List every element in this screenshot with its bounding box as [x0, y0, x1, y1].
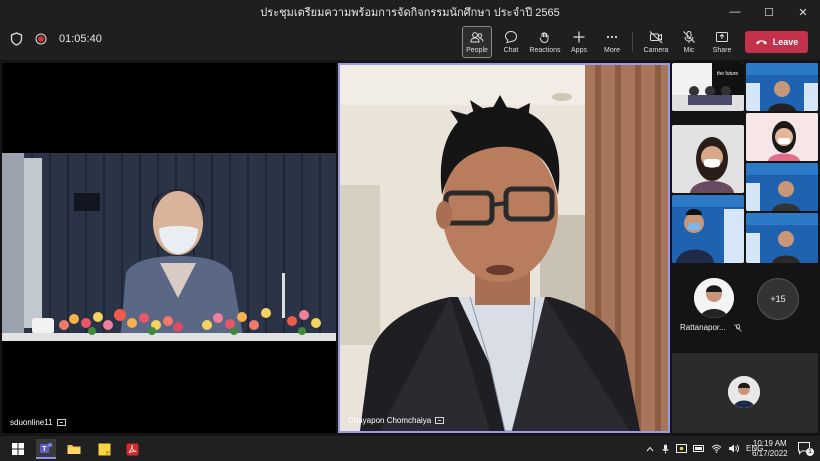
- windows-logo-icon: [12, 443, 24, 455]
- tile-label-chayapon: Chayapon Chomchaiya: [348, 416, 445, 425]
- video-tile-chayapon[interactable]: Chayapon Chomchaiya: [338, 63, 670, 433]
- mic-label: Mic: [683, 47, 695, 54]
- toolbar-left: 01:05:40: [10, 32, 102, 46]
- self-view[interactable]: [672, 353, 818, 433]
- thumbnail-participant-7[interactable]: [746, 213, 818, 263]
- participant-video: [672, 125, 744, 193]
- start-button[interactable]: [8, 439, 28, 459]
- system-tray-icons: ENG: [646, 436, 763, 461]
- clock[interactable]: 10:19 AM 6/17/2022: [752, 436, 788, 461]
- participant-video: [746, 213, 818, 263]
- more-icon: [606, 35, 618, 39]
- share-label: Share: [712, 47, 732, 54]
- hang-up-icon: [755, 40, 767, 45]
- more-label: More: [604, 47, 620, 54]
- clock-date: 6/17/2022: [752, 448, 788, 458]
- microphone-icon[interactable]: [662, 444, 669, 454]
- chat-label: Chat: [503, 47, 519, 54]
- thumbnail-participant-6[interactable]: [672, 195, 744, 263]
- reactions-button[interactable]: Reactions: [528, 26, 562, 58]
- camera-off-icon: [649, 31, 663, 44]
- participant-video: [672, 195, 744, 263]
- toolbar-divider: [632, 32, 633, 52]
- reactions-label: Reactions: [529, 47, 561, 54]
- chevron-up-icon[interactable]: [646, 446, 654, 452]
- thumbnail-participant-5[interactable]: [746, 163, 818, 211]
- acrobat-icon: [126, 443, 138, 455]
- people-button[interactable]: People: [462, 26, 492, 58]
- meeting-tray-icon[interactable]: [676, 443, 687, 454]
- self-avatar: [728, 376, 760, 408]
- more-button[interactable]: More: [596, 26, 628, 58]
- participant-name: Rattanapor...: [680, 323, 726, 332]
- leave-button[interactable]: Leave: [745, 31, 808, 53]
- notification-button[interactable]: 1: [797, 441, 814, 456]
- wifi-icon[interactable]: [711, 444, 722, 453]
- share-icon: [716, 32, 728, 42]
- mic-off-icon: [734, 323, 742, 332]
- gallery-thumbnails: the future: [672, 63, 818, 263]
- meeting-toolbar: 01:05:40 People Chat Reactions Apps More…: [0, 24, 820, 60]
- video-tile-sduonline11[interactable]: sduonline11: [2, 63, 336, 433]
- overflow-count-button[interactable]: +15: [757, 278, 799, 320]
- thumbnail-participant-4[interactable]: [746, 113, 818, 161]
- chat-button[interactable]: Chat: [495, 26, 527, 58]
- screen-share-icon: [435, 416, 445, 424]
- volume-icon[interactable]: [728, 444, 739, 453]
- camera-label: Camera: [643, 47, 669, 54]
- close-button[interactable]: ✕: [786, 0, 820, 24]
- meeting-stage: sduonline11 Chayapon Chomchaiya the futu…: [0, 60, 820, 436]
- participant-video: the future: [672, 63, 744, 111]
- meeting-title: ประชุมเตรียมความพร้อมการจัดกิจกรรมนักศึก…: [260, 7, 560, 19]
- camera-button[interactable]: Camera: [640, 26, 672, 58]
- tile-label-sduonline11: sduonline11: [10, 418, 66, 427]
- minimize-button[interactable]: —: [718, 0, 752, 24]
- sticky-notes-button[interactable]: [94, 439, 114, 459]
- leave-label: Leave: [772, 37, 799, 47]
- svg-text:T: T: [42, 446, 47, 453]
- chat-icon: [504, 30, 518, 44]
- mic-button[interactable]: Mic: [673, 26, 705, 58]
- plus-icon: [573, 31, 585, 43]
- thumbnail-participant-1[interactable]: the future: [672, 63, 744, 111]
- title-bar: ประชุมเตรียมความพร้อมการจัดกิจกรรมนักศึก…: [0, 0, 820, 24]
- apps-button[interactable]: Apps: [563, 26, 595, 58]
- audio-participant-tile[interactable]: Rattanapor...: [680, 276, 750, 336]
- participant-video: [746, 63, 818, 111]
- shield-icon[interactable]: [10, 32, 23, 46]
- file-explorer-button[interactable]: [64, 439, 84, 459]
- sticky-notes-icon: [98, 443, 110, 455]
- screen-share-icon: [56, 418, 66, 426]
- participant-name: sduonline11: [10, 418, 53, 427]
- participant-video: [746, 163, 818, 211]
- battery-icon[interactable]: [693, 445, 705, 452]
- audio-participant-label: Rattanapor...: [680, 323, 742, 332]
- overflow-count: +15: [770, 294, 786, 304]
- avatar: [694, 278, 734, 318]
- thumbnail-participant-2[interactable]: [746, 63, 818, 111]
- acrobat-button[interactable]: [122, 439, 142, 459]
- teams-taskbar-button[interactable]: T: [36, 439, 56, 459]
- reactions-icon: [539, 32, 549, 44]
- teams-icon: T: [40, 443, 52, 453]
- svg-text:the future: the future: [717, 71, 738, 77]
- recording-icon: [35, 33, 47, 45]
- participant-video-desk: [2, 153, 336, 341]
- participant-name: Chayapon Chomchaiya: [348, 416, 432, 425]
- meeting-timer: 01:05:40: [59, 33, 102, 45]
- apps-label: Apps: [571, 47, 587, 54]
- window-controls: — ☐ ✕: [718, 0, 820, 24]
- folder-icon: [67, 445, 81, 454]
- thumbnail-participant-3[interactable]: [672, 125, 744, 193]
- people-label: People: [466, 47, 488, 54]
- windows-taskbar: T ENG 10:19 AM 6/17/2022 1: [0, 436, 820, 461]
- clock-time: 10:19 AM: [752, 438, 787, 448]
- mic-off-icon: [683, 31, 695, 43]
- share-button[interactable]: Share: [706, 26, 738, 58]
- people-icon: [470, 32, 484, 43]
- participant-video-speaker: [340, 65, 668, 431]
- participant-video: [746, 113, 818, 161]
- notification-count: 1: [806, 448, 814, 456]
- maximize-button[interactable]: ☐: [752, 0, 786, 24]
